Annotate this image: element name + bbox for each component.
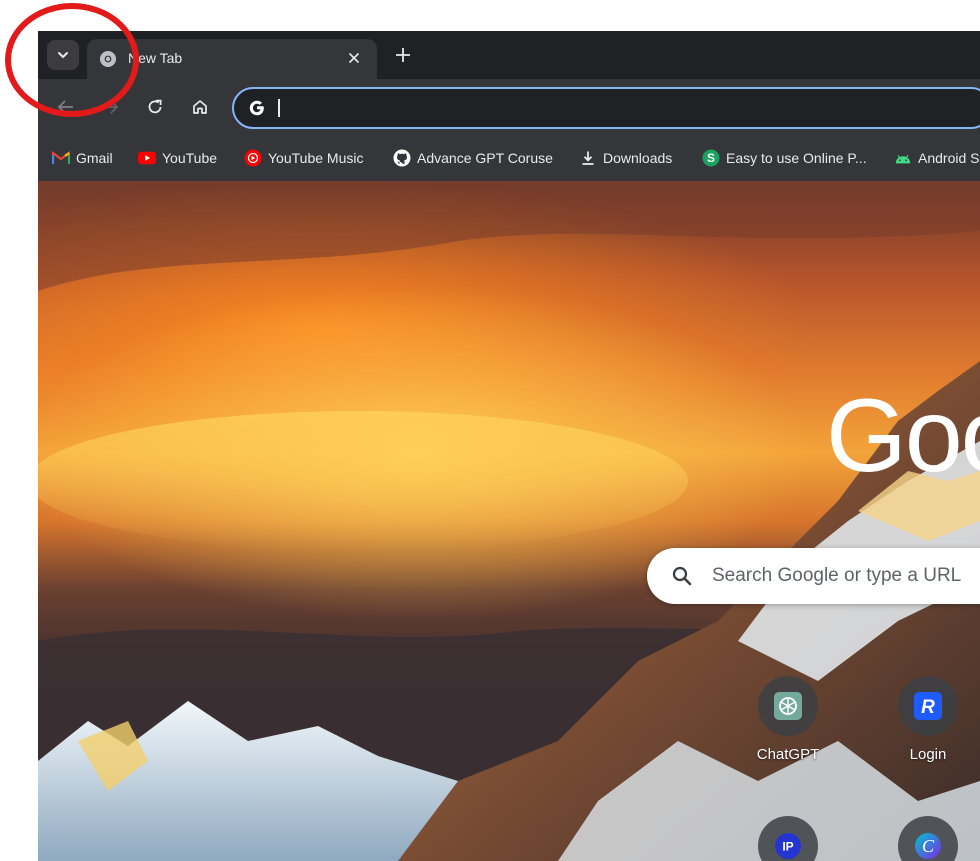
reload-icon xyxy=(148,99,162,114)
shortcut-login[interactable]: R Login xyxy=(872,676,980,763)
bookmark-advance-gpt[interactable]: Advance GPT Coruse xyxy=(393,147,553,169)
shortcut-canva[interactable]: C xyxy=(872,816,980,861)
ip-badge: IP xyxy=(782,840,793,854)
google-g-icon xyxy=(249,100,264,116)
address-bar[interactable] xyxy=(232,87,980,129)
svg-text:R: R xyxy=(921,697,935,718)
close-icon xyxy=(348,52,360,64)
new-tab-button[interactable] xyxy=(391,43,415,67)
bookmark-downloads[interactable]: Downloads xyxy=(579,147,672,169)
search-icon xyxy=(672,566,692,586)
s-logo-icon: S xyxy=(702,149,720,167)
r-logo-icon: R xyxy=(914,692,942,720)
plus-icon xyxy=(396,48,410,62)
bookmark-easy-to-use[interactable]: S Easy to use Online P... xyxy=(702,147,867,169)
home-icon xyxy=(193,100,207,114)
home-button[interactable] xyxy=(186,93,214,121)
toolbar xyxy=(38,79,980,135)
youtube-music-icon xyxy=(244,149,262,167)
google-logo: Goo xyxy=(826,378,980,494)
ntp-search-box[interactable]: Search Google or type a URL xyxy=(647,548,980,604)
bookmark-label: Gmail xyxy=(76,150,113,166)
shortcut-label: ChatGPT xyxy=(756,746,820,763)
bookmark-label: Easy to use Online P... xyxy=(726,150,867,166)
tab-close-button[interactable] xyxy=(343,47,365,69)
shortcut-icon-circle: R xyxy=(898,676,958,736)
annotation-circle xyxy=(5,3,139,117)
bookmark-youtube-music[interactable]: YouTube Music xyxy=(244,147,363,169)
bookmark-label: Downloads xyxy=(603,150,673,166)
shortcut-icon-circle: IP xyxy=(758,816,818,861)
bookmark-label: Advance GPT Coruse xyxy=(417,150,553,166)
bookmark-label: YouTube Music xyxy=(268,150,364,166)
ip-icon: IP xyxy=(775,833,801,859)
bookmark-label: YouTube xyxy=(162,150,218,166)
bookmark-gmail[interactable]: Gmail xyxy=(52,147,113,169)
youtube-icon xyxy=(138,149,156,167)
bookmark-label: Android S xyxy=(918,150,980,166)
canva-badge: C xyxy=(922,836,935,856)
browser-window: New Tab Gmail YouTube YouTube Music Adva… xyxy=(38,31,980,861)
new-tab-page: Goo Search Google or type a URL ChatGPT xyxy=(38,181,980,861)
tab-strip: New Tab xyxy=(38,31,980,79)
canva-icon: C xyxy=(915,833,941,859)
reload-button[interactable] xyxy=(141,93,169,121)
chatgpt-icon xyxy=(774,692,802,720)
bookmark-android[interactable]: Android S xyxy=(894,147,979,169)
android-icon xyxy=(894,149,912,167)
shortcut-label: Login xyxy=(909,746,947,763)
bookmarks-bar: Gmail YouTube YouTube Music Advance GPT … xyxy=(38,135,980,182)
search-placeholder: Search Google or type a URL xyxy=(712,565,962,586)
download-icon xyxy=(579,149,597,167)
github-icon xyxy=(393,149,411,167)
svg-text:S: S xyxy=(707,151,715,165)
bookmark-youtube[interactable]: YouTube xyxy=(138,147,217,169)
shortcut-icon-circle xyxy=(758,676,818,736)
shortcut-chatgpt[interactable]: ChatGPT xyxy=(732,676,844,763)
shortcut-ip[interactable]: IP xyxy=(732,816,844,861)
text-caret xyxy=(278,99,280,117)
shortcut-icon-circle: C xyxy=(898,816,958,861)
gmail-icon xyxy=(52,149,70,167)
